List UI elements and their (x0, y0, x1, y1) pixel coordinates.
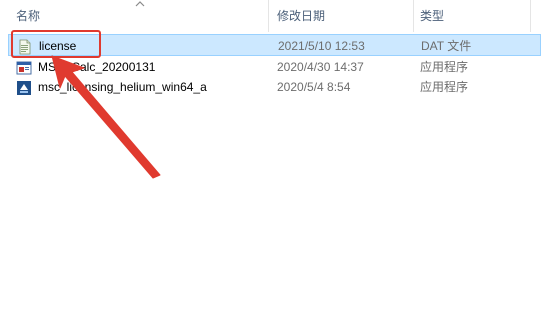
file-type: 应用程序 (420, 60, 469, 74)
file-type: DAT 文件 (421, 39, 472, 53)
column-divider[interactable] (530, 0, 531, 32)
annotation-highlight-box (11, 30, 101, 58)
column-header-type[interactable]: 类型 (420, 0, 530, 32)
installer-icon (17, 81, 31, 95)
file-type: 应用程序 (420, 80, 469, 94)
file-name: MSC_Calc_20200131 (38, 60, 156, 74)
file-date: 2021/5/10 12:53 (278, 39, 365, 53)
file-row-msc-licensing[interactable]: msc_licensing_helium_win64_a 2020/5/4 8:… (8, 76, 541, 98)
column-header-bar: 名称 修改日期 类型 (0, 0, 541, 32)
file-date: 2020/4/30 14:37 (277, 60, 364, 74)
file-name: msc_licensing_helium_win64_a (38, 80, 207, 94)
column-divider[interactable] (268, 0, 269, 32)
file-row-msc-calc[interactable]: MSC_Calc_20200131 2020/4/30 14:37 应用程序 (8, 56, 541, 78)
column-header-name[interactable]: 名称 (16, 0, 266, 32)
application-icon (16, 61, 32, 75)
file-date: 2020/5/4 8:54 (277, 80, 351, 94)
column-divider[interactable] (413, 0, 414, 32)
column-header-date[interactable]: 修改日期 (277, 0, 407, 32)
